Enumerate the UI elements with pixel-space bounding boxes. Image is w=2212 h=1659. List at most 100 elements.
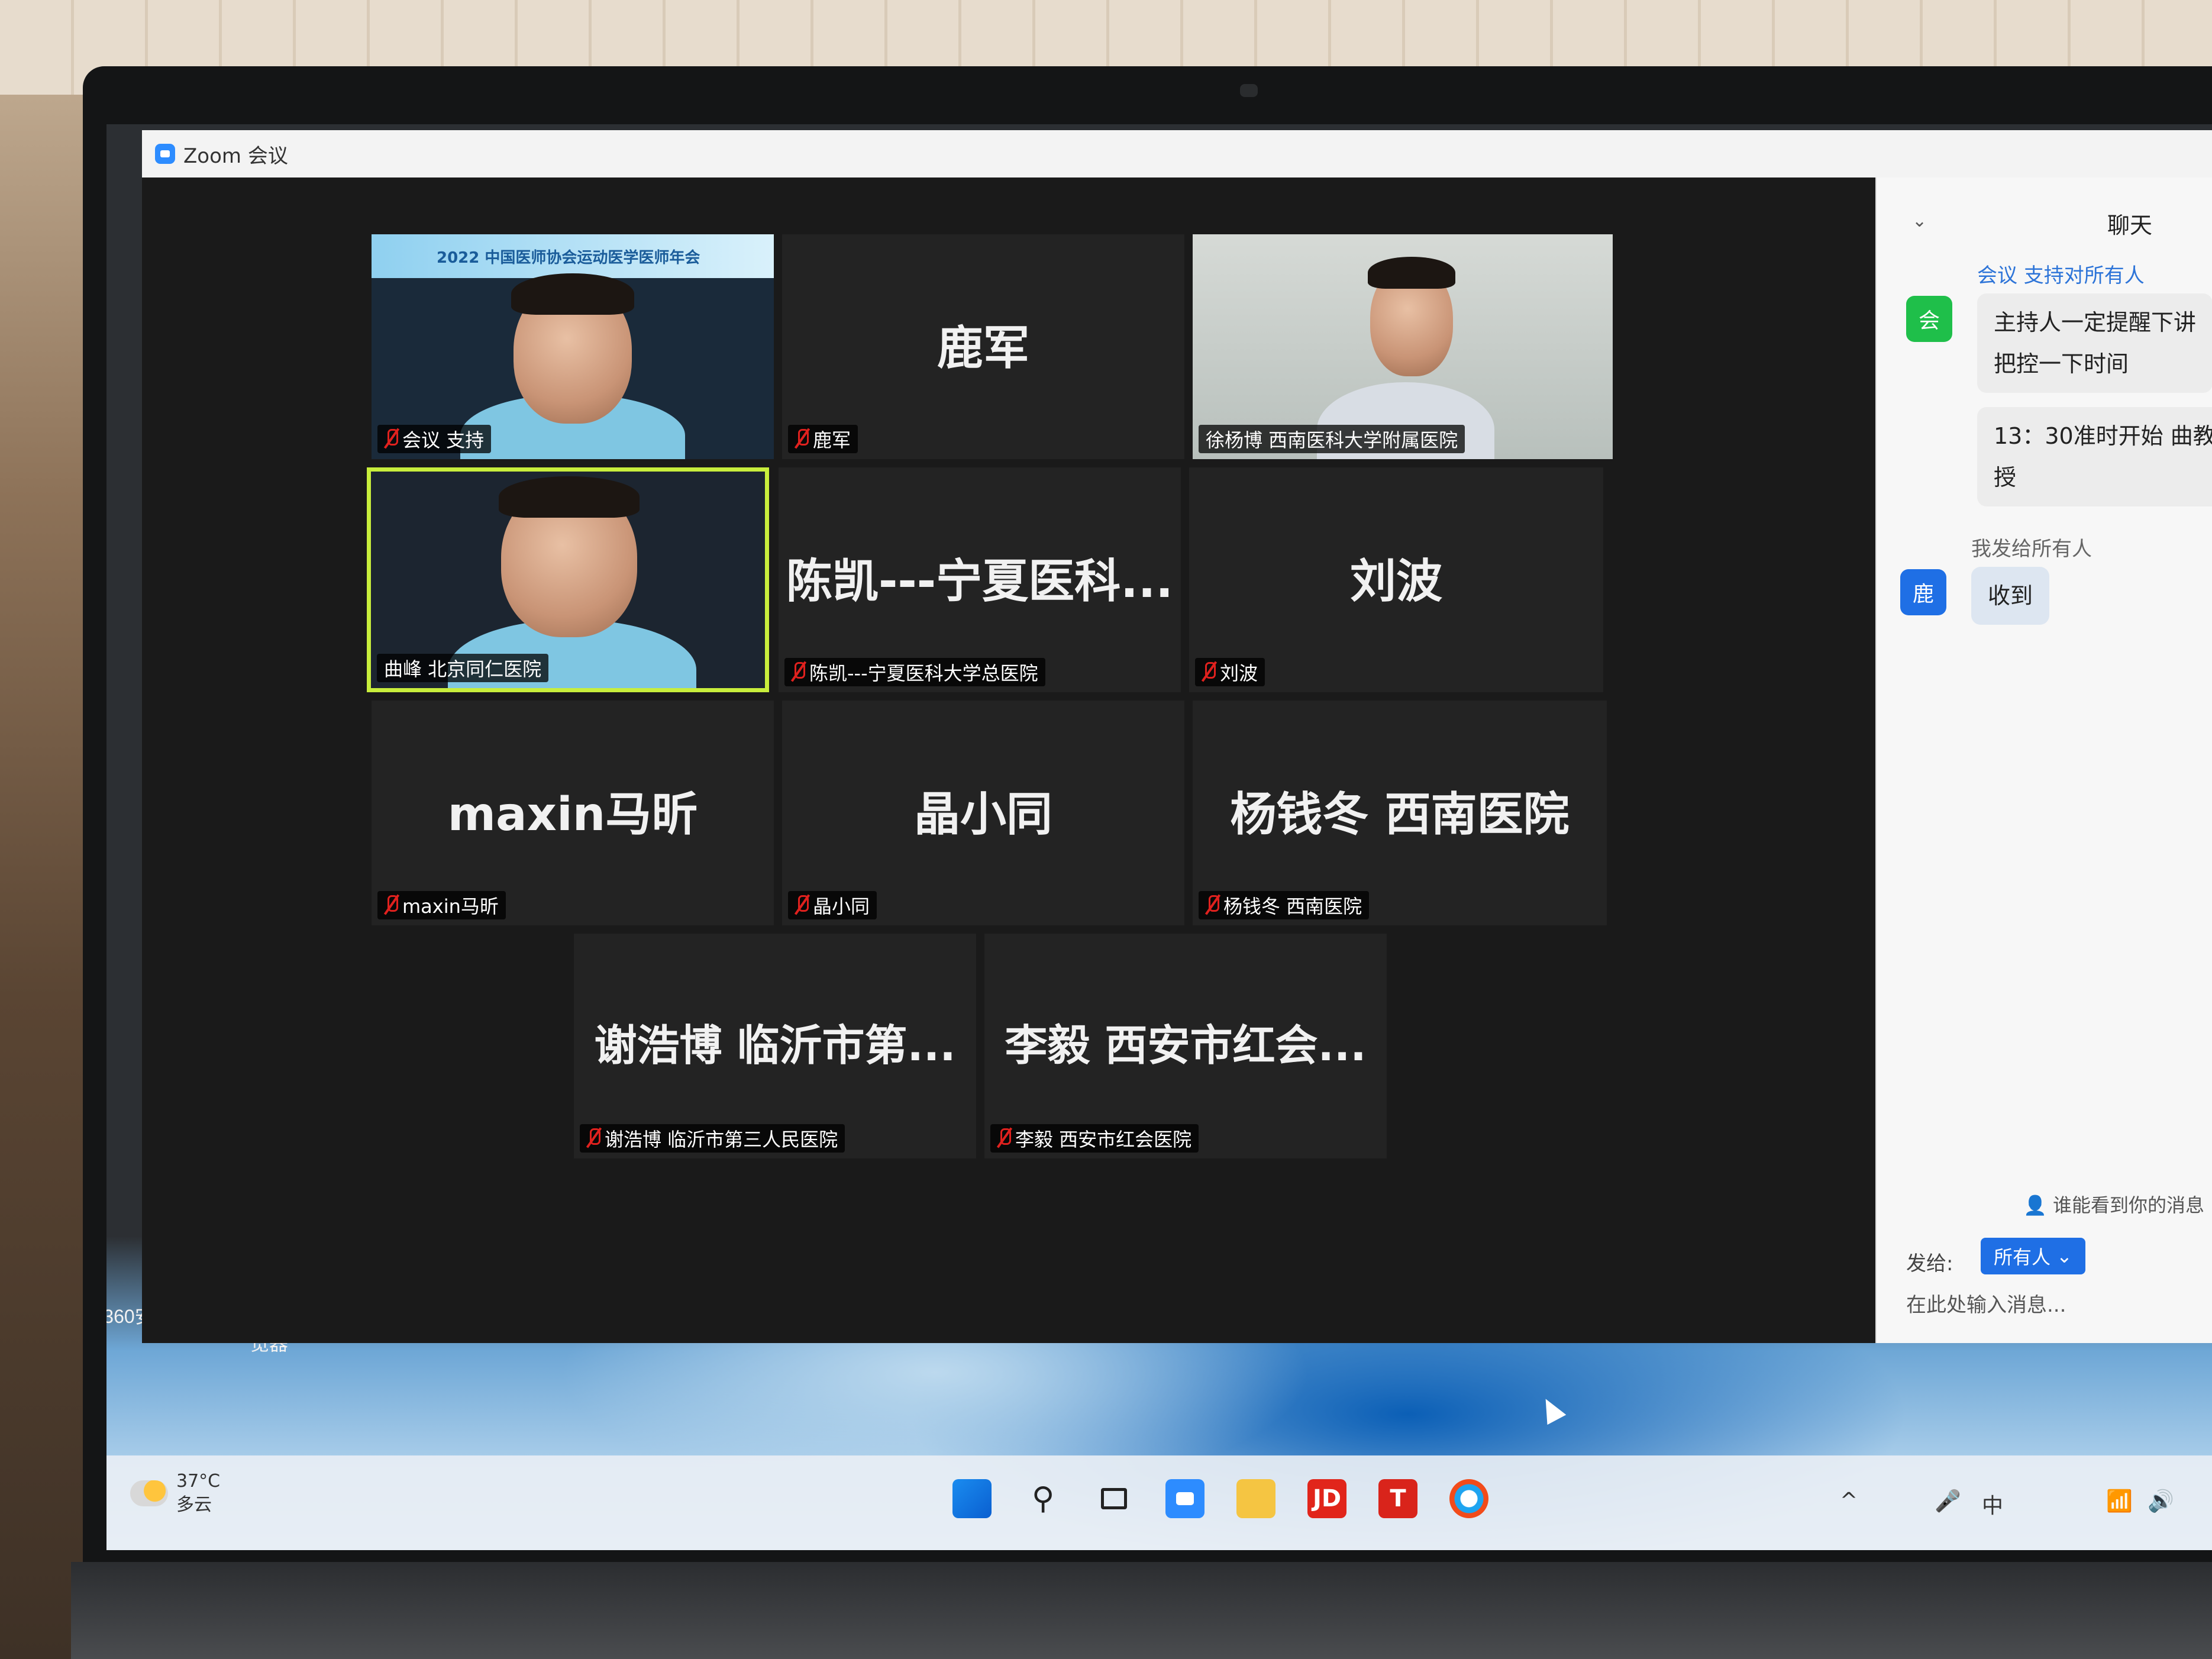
send-to-dropdown[interactable]: 所有人 ⌄ [1981, 1238, 2085, 1274]
keyboard-edge [71, 1562, 2212, 1659]
chat-panel: ⌄ 聊天 会议 支持对所有人 会 主持人一定提醒下讲 把控一下时间 13：30准… [1875, 177, 2212, 1343]
microphone-icon[interactable]: 🎤 [1935, 1489, 1961, 1513]
participant-name: 鹿军 [813, 429, 851, 451]
webcam [1240, 84, 1258, 97]
gallery-view: 2022 中国医师协会运动医学医师年会 会议 支持 鹿军 鹿军 徐杨博 西南医科… [142, 177, 1875, 1343]
participant-name: 徐杨博 西南医科大学附属医院 [1206, 429, 1458, 451]
participant-name: 曲峰 北京同仁医院 [384, 658, 542, 680]
volume-icon[interactable]: 🔊 [2148, 1489, 2174, 1513]
participant-name: 刘波 [1220, 662, 1258, 685]
zoom-logo-icon [155, 144, 175, 164]
participant-name-label: 李毅 西安市红会医院 [990, 1124, 1199, 1153]
mic-muted-icon [795, 429, 809, 449]
title-bar: Zoom 会议 [142, 130, 2212, 177]
participant-tile[interactable]: 谢浩博 临沂市第... 谢浩博 临沂市第三人民医院 [574, 934, 976, 1158]
zoom-icon[interactable] [1165, 1479, 1205, 1518]
participant-name-label: 陈凯---宁夏医科大学总医院 [784, 658, 1045, 686]
zoom-window: Zoom 会议 2022 中国医师协会运动医学医师年会 会议 支持 鹿军 鹿军 … [142, 130, 2212, 1343]
chat-input[interactable]: 在此处输入消息... [1906, 1289, 2066, 1318]
mic-muted-icon [792, 662, 805, 682]
file-explorer-icon[interactable] [1236, 1479, 1275, 1518]
send-to-value: 所有人 [1994, 1246, 2051, 1269]
chat-message: 主持人一定提醒下讲 把控一下时间 [1977, 293, 2212, 393]
participant-name: 杨钱冬 西南医院 [1223, 895, 1362, 918]
participant-tile[interactable]: maxin马昕 maxin马昕 [372, 701, 774, 925]
participant-display-name: maxin马昕 [447, 788, 698, 841]
chevron-down-icon[interactable]: ⌄ [1912, 211, 1927, 231]
participant-tile[interactable]: 鹿军 鹿军 [782, 234, 1184, 459]
participant-tile[interactable]: 刘波 刘波 [1189, 467, 1603, 692]
conference-banner: 2022 中国医师协会运动医学医师年会 [372, 234, 774, 278]
mic-muted-icon [385, 429, 398, 449]
chat-message-line: 主持人一定提醒下讲 [1994, 309, 2197, 335]
chevron-down-icon: ⌄ [2056, 1245, 2072, 1267]
browser-icon[interactable] [1449, 1479, 1488, 1518]
chat-sender: 我发给所有人 [1971, 537, 2092, 561]
participant-display-name: 谢浩博 临沂市第... [594, 1021, 956, 1070]
participant-name-label: 会议 支持 [377, 425, 492, 453]
jd-icon[interactable]: JD [1307, 1479, 1346, 1518]
chat-message-line: 13：30准时开始 曲教 [1994, 423, 2212, 449]
participant-name-label: 刘波 [1195, 658, 1265, 686]
participant-tile[interactable]: 2022 中国医师协会运动医学医师年会 会议 支持 [372, 234, 774, 459]
participant-name: 晶小同 [813, 895, 870, 918]
participant-display-name: 晶小同 [913, 788, 1052, 841]
weather-widget[interactable]: 37°C 多云 [130, 1470, 220, 1517]
chat-sender: 会议 支持对所有人 [1977, 264, 2145, 288]
chat-message-line: 把控一下时间 [1994, 351, 2129, 377]
avatar: 会 [1906, 296, 1952, 342]
participant-display-name: 刘波 [1349, 555, 1442, 608]
participant-tile-active-speaker[interactable]: 曲峰 北京同仁医院 [367, 467, 769, 692]
participant-display-name: 鹿军 [937, 322, 1029, 375]
participant-name: 谢浩博 临沂市第三人民医院 [605, 1128, 838, 1151]
participant-name-label: maxin马昕 [377, 891, 506, 919]
taskbar: 37°C 多云 ⚲ JD T ^ 🎤 中 📶 🔊 [106, 1455, 2212, 1550]
mic-muted-icon [587, 1128, 600, 1148]
chat-message: 收到 [1971, 567, 2050, 625]
who-can-see-link[interactable]: 👤 谁能看到你的消息 [2023, 1190, 2204, 1218]
window-title: Zoom 会议 [183, 144, 288, 168]
search-icon[interactable]: ⚲ [1023, 1479, 1063, 1518]
participant-tile[interactable]: 陈凯---宁夏医科... 陈凯---宁夏医科大学总医院 [779, 467, 1181, 692]
participant-name-label: 杨钱冬 西南医院 [1199, 891, 1370, 919]
chat-title: 聊天 [2107, 212, 2153, 238]
participant-display-name: 陈凯---宁夏医科... [786, 555, 1173, 608]
task-view-icon[interactable] [1094, 1479, 1134, 1518]
participant-tile[interactable]: 杨钱冬 西南医院 杨钱冬 西南医院 [1193, 701, 1607, 925]
who-can-see-label: 谁能看到你的消息 [2053, 1194, 2205, 1216]
user-icon: 👤 [2023, 1194, 2047, 1216]
chevron-up-icon[interactable]: ^ [1840, 1489, 1858, 1513]
t-app-icon[interactable]: T [1378, 1479, 1417, 1518]
participant-name-label: 徐杨博 西南医科大学附属医院 [1199, 425, 1465, 453]
participant-display-name: 李毅 西安市红会... [1005, 1021, 1367, 1070]
input-method-indicator[interactable]: 中 [1982, 1489, 2003, 1519]
participant-tile[interactable]: 徐杨博 西南医科大学附属医院 [1193, 234, 1613, 459]
participant-name: 会议 支持 [402, 429, 485, 451]
partly-cloudy-icon [130, 1480, 168, 1506]
avatar: 鹿 [1900, 569, 1946, 615]
participant-name-label: 鹿军 [788, 425, 858, 453]
participant-display-name: 杨钱冬 西南医院 [1230, 788, 1570, 841]
mic-muted-icon [1206, 895, 1219, 915]
weather-condition: 多云 [176, 1495, 212, 1515]
participant-name-label: 曲峰 北京同仁医院 [377, 654, 549, 682]
chat-message-line: 收到 [1988, 583, 2033, 609]
participant-name-label: 晶小同 [788, 891, 877, 919]
participant-name-label: 谢浩博 临沂市第三人民医院 [580, 1124, 845, 1153]
send-to-label: 发给: [1906, 1252, 1953, 1276]
participant-tile[interactable]: 晶小同 晶小同 [782, 701, 1184, 925]
participant-name: maxin马昕 [402, 895, 499, 918]
wifi-icon[interactable]: 📶 [2106, 1489, 2133, 1513]
start-icon[interactable] [952, 1479, 992, 1518]
chat-message-line: 授 [1994, 464, 2017, 490]
mic-muted-icon [795, 895, 809, 915]
weather-temperature: 37°C [176, 1471, 221, 1492]
screen: 360安全云盘 小智双核浏览器 Zoom 会议 2022 中国医师协会运动医学医… [106, 124, 2212, 1550]
mic-muted-icon [997, 1128, 1011, 1148]
participant-tile[interactable]: 李毅 西安市红会... 李毅 西安市红会医院 [984, 934, 1387, 1158]
chat-message: 13：30准时开始 曲教 授 [1977, 407, 2212, 506]
mic-muted-icon [1202, 662, 1216, 682]
participant-name: 李毅 西安市红会医院 [1015, 1128, 1192, 1151]
participant-name: 陈凯---宁夏医科大学总医院 [809, 662, 1038, 685]
mic-muted-icon [385, 895, 398, 915]
